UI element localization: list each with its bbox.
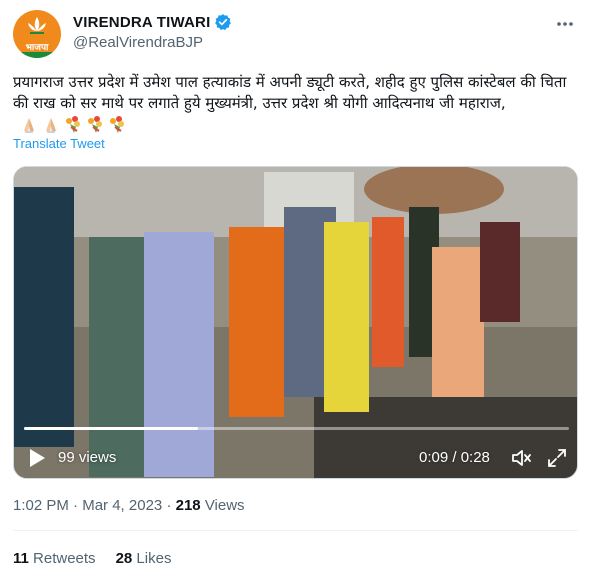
emoji-row <box>19 115 127 135</box>
tweet-text-block: प्रयागराज उत्तर प्रदेश में उमेश पाल हत्य… <box>13 72 578 135</box>
video-time: 0:09 / 0:28 <box>419 449 490 466</box>
name-row: VIRENDRA TIWARI <box>73 13 232 31</box>
tweet-views-label: Views <box>204 497 245 514</box>
verified-badge-icon[interactable] <box>214 13 232 31</box>
bouquet-icon <box>88 115 102 133</box>
tweet-date[interactable]: Mar 4, 2023 <box>82 497 162 514</box>
retweets-count: 11 <box>13 550 29 567</box>
lotus-icon <box>28 17 46 34</box>
retweets-label: Retweets <box>33 550 96 567</box>
avatar-stripe <box>13 52 61 58</box>
video-view-count: 99 views <box>58 449 117 466</box>
display-name[interactable]: VIRENDRA TIWARI <box>73 14 210 31</box>
avatar[interactable]: भाजपा <box>13 10 61 58</box>
tweet-time[interactable]: 1:02 PM <box>13 497 69 514</box>
more-options-icon[interactable] <box>555 14 575 34</box>
likes-label: Likes <box>136 550 172 567</box>
handle[interactable]: @RealVirendraBJP <box>73 34 203 51</box>
fullscreen-icon[interactable] <box>546 447 568 469</box>
video-player[interactable]: 99 views 0:09 / 0:28 <box>13 166 578 479</box>
video-progress-bar[interactable] <box>24 427 569 430</box>
likes-count: 28 <box>115 550 133 567</box>
folded-hands-icon <box>24 117 34 133</box>
bouquet-icon <box>110 115 124 133</box>
video-progress-fill <box>24 427 199 430</box>
tweet-meta: 1:02 PM · Mar 4, 2023 · 218 Views <box>13 497 245 514</box>
likes-stat[interactable]: 28 Likes <box>116 550 172 567</box>
play-icon[interactable] <box>28 448 46 468</box>
divider <box>13 530 578 531</box>
retweets-stat[interactable]: 11 Retweets <box>13 550 96 567</box>
video-frame <box>14 167 577 478</box>
folded-hands-icon <box>46 117 56 133</box>
tweet-view-count: 218 <box>175 497 201 514</box>
tweet-header: भाजपा VIRENDRA TIWARI @RealVirendraBJP <box>13 10 583 60</box>
meta-separator: · <box>73 497 83 514</box>
bouquet-icon <box>66 115 80 133</box>
tweet-text: प्रयागराज उत्तर प्रदेश में उमेश पाल हत्य… <box>13 73 567 112</box>
volume-muted-icon[interactable] <box>510 447 532 469</box>
tweet-stats: 11 Retweets 28 Likes <box>13 550 171 567</box>
meta-separator: · <box>166 497 176 514</box>
translate-tweet-link[interactable]: Translate Tweet <box>13 136 105 151</box>
